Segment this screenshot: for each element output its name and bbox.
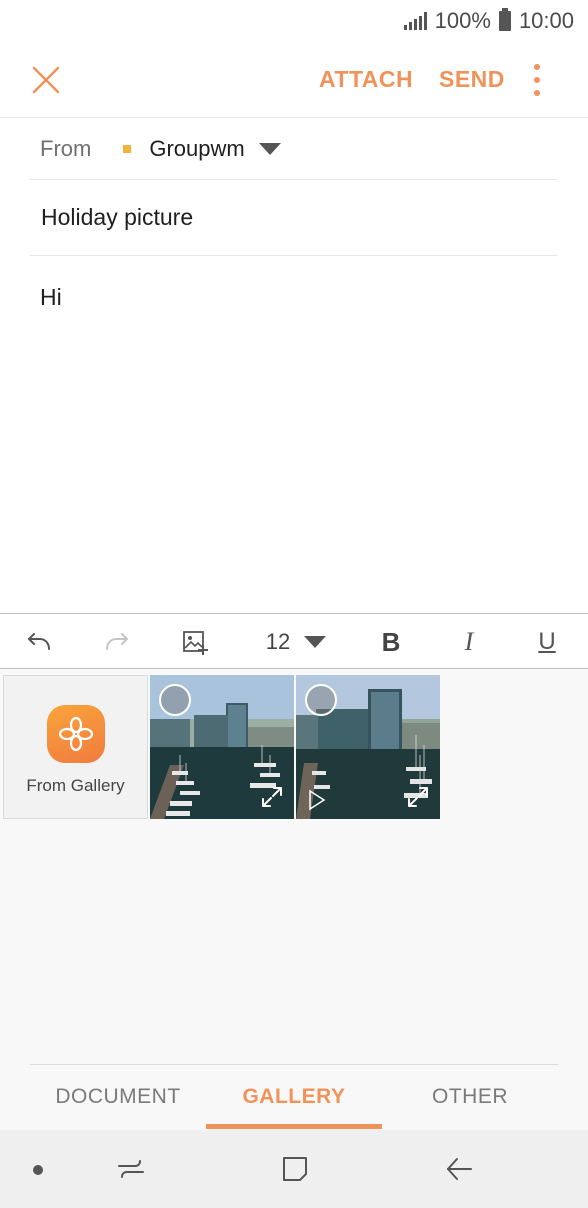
more-options-icon <box>534 64 540 70</box>
underline-button[interactable]: U <box>530 614 564 670</box>
insert-image-icon <box>183 631 208 655</box>
home-button[interactable] <box>280 1154 310 1184</box>
navigation-bar <box>0 1130 588 1208</box>
home-icon <box>283 1157 307 1181</box>
from-label: From <box>40 135 92 161</box>
select-checkbox[interactable] <box>305 684 337 716</box>
back-button[interactable] <box>444 1154 474 1184</box>
attachment-panel: From Gallery DOCUMENT GALLERY OTHER <box>0 669 588 1130</box>
from-row: From Groupwm <box>30 118 558 180</box>
signal-icon <box>403 12 427 30</box>
account-color-dot <box>123 144 132 153</box>
recent-apps-icon <box>118 1160 144 1178</box>
from-gallery-tile[interactable]: From Gallery <box>3 675 148 819</box>
chevron-down-icon[interactable] <box>258 142 281 155</box>
redo-icon <box>106 633 128 650</box>
subject-field[interactable]: Holiday picture <box>30 180 558 256</box>
tab-gallery[interactable]: GALLERY <box>206 1085 382 1109</box>
clock: 10:00 <box>518 8 574 33</box>
more-options-button[interactable] <box>528 64 546 96</box>
close-icon <box>32 66 60 94</box>
format-toolbar: 12 B I U <box>0 613 588 669</box>
expand-icon[interactable] <box>406 785 430 809</box>
action-bar: ATTACH SEND <box>0 42 588 118</box>
from-gallery-label: From Gallery <box>26 776 125 795</box>
insert-image-button[interactable] <box>178 614 212 670</box>
tab-document[interactable]: DOCUMENT <box>30 1085 206 1109</box>
attach-button[interactable]: ATTACH <box>319 66 413 93</box>
dot-icon[interactable] <box>33 1165 43 1175</box>
undo-button[interactable] <box>22 614 56 670</box>
chevron-down-icon <box>304 636 327 648</box>
battery-percent: 100% <box>434 8 491 33</box>
send-button[interactable]: SEND <box>439 66 505 93</box>
font-size-select[interactable]: 12 <box>256 614 336 670</box>
account-name[interactable]: Groupwm <box>149 136 244 162</box>
back-icon <box>447 1158 472 1180</box>
gallery-app-icon <box>47 705 105 763</box>
select-checkbox[interactable] <box>159 684 191 716</box>
gallery-photo[interactable] <box>296 675 440 819</box>
expand-icon[interactable] <box>260 785 284 809</box>
redo-button[interactable] <box>100 614 134 670</box>
subject-text: Holiday picture <box>41 204 194 230</box>
battery-icon <box>498 8 511 31</box>
body-text: Hi <box>40 284 62 310</box>
bold-button[interactable]: B <box>374 614 408 670</box>
gallery-photo[interactable] <box>150 675 294 819</box>
active-tab-indicator <box>206 1124 382 1129</box>
italic-button[interactable]: I <box>452 614 486 670</box>
status-bar: 100% 10:00 <box>0 0 588 42</box>
tabs-divider <box>30 1064 558 1065</box>
font-size-value: 12 <box>265 629 291 654</box>
close-button[interactable] <box>30 64 62 96</box>
undo-icon <box>28 633 50 650</box>
tab-other[interactable]: OTHER <box>382 1085 558 1109</box>
body-editor[interactable]: Hi <box>30 256 558 612</box>
recent-apps-button[interactable] <box>116 1154 146 1184</box>
